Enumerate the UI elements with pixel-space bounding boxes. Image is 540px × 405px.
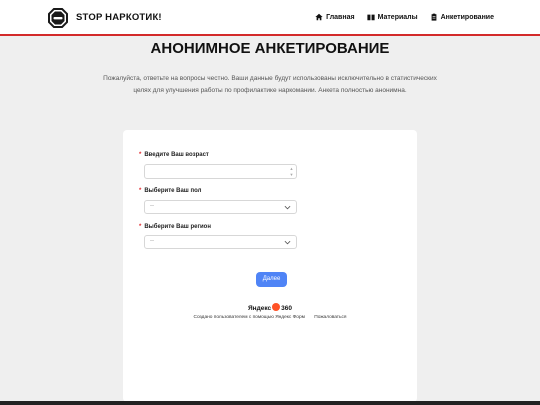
clipboard-icon: [431, 13, 436, 21]
yandex-circle-icon: [272, 303, 281, 311]
required-mark: *: [139, 188, 142, 194]
age-label-text: Введите Ваш возраст: [144, 152, 209, 158]
required-mark: *: [139, 152, 142, 158]
age-spinner[interactable]: ▲ ▼: [288, 166, 295, 177]
nav-home[interactable]: Главная: [315, 13, 355, 21]
stop-logo-icon[interactable]: [47, 7, 69, 29]
nav-home-label: Главная: [326, 13, 355, 21]
report-link[interactable]: Пожаловаться: [314, 315, 346, 320]
form-footer: Создано пользователем с помощью Яндекс Ф…: [123, 315, 417, 320]
chevron-down-icon: [284, 240, 291, 245]
survey-form: * Введите Ваш возраст ▲ ▼ * Выберите Ваш по…: [123, 130, 417, 402]
spin-down-icon[interactable]: ▼: [290, 172, 294, 177]
page-subtitle: Пожалуйста, ответьте на вопросы честно. …: [103, 75, 437, 94]
gender-select[interactable]: --: [144, 200, 297, 214]
book-icon: [366, 14, 375, 21]
chevron-down-icon: [284, 205, 291, 210]
site-header: STOP НАРКОТИК! Главная Материалы Анкетир…: [0, 0, 540, 36]
page-title: АНОНИМНОЕ АНКЕТИРОВАНИЕ: [150, 40, 390, 57]
age-label: * Введите Ваш возраст: [139, 152, 209, 158]
nav-materials[interactable]: Материалы: [366, 13, 418, 21]
gender-label-text: Выберите Ваш пол: [144, 188, 202, 194]
bottom-bar: [0, 401, 540, 405]
required-mark: *: [139, 224, 142, 230]
region-label: * Выберите Ваш регион: [139, 224, 211, 230]
region-label-text: Выберите Ваш регион: [144, 224, 211, 230]
brand-title[interactable]: STOP НАРКОТИК!: [76, 12, 162, 23]
age-input[interactable]: ▲ ▼: [144, 164, 297, 179]
nav-materials-label: Материалы: [377, 13, 418, 21]
nav-survey-label: Анкетирование: [440, 13, 494, 21]
nav-survey[interactable]: Анкетирование: [430, 13, 494, 21]
gender-label: * Выберите Ваш пол: [139, 188, 201, 194]
next-button[interactable]: Далее: [256, 272, 287, 287]
yandex-360-wordmark: 360: [281, 305, 292, 312]
home-icon: [315, 13, 323, 21]
main-nav: Главная Материалы Анкетирование: [315, 13, 494, 21]
gender-select-value: --: [150, 203, 154, 209]
region-select-value: --: [150, 238, 154, 244]
region-select[interactable]: --: [144, 235, 297, 249]
yandex-wordmark: Яндекс: [248, 305, 272, 312]
spin-up-icon[interactable]: ▲: [290, 166, 294, 171]
yandex-360-logo[interactable]: Яндекс 360: [123, 303, 417, 312]
created-by-link[interactable]: Создано пользователем с помощью Яндекс Ф…: [193, 315, 304, 320]
